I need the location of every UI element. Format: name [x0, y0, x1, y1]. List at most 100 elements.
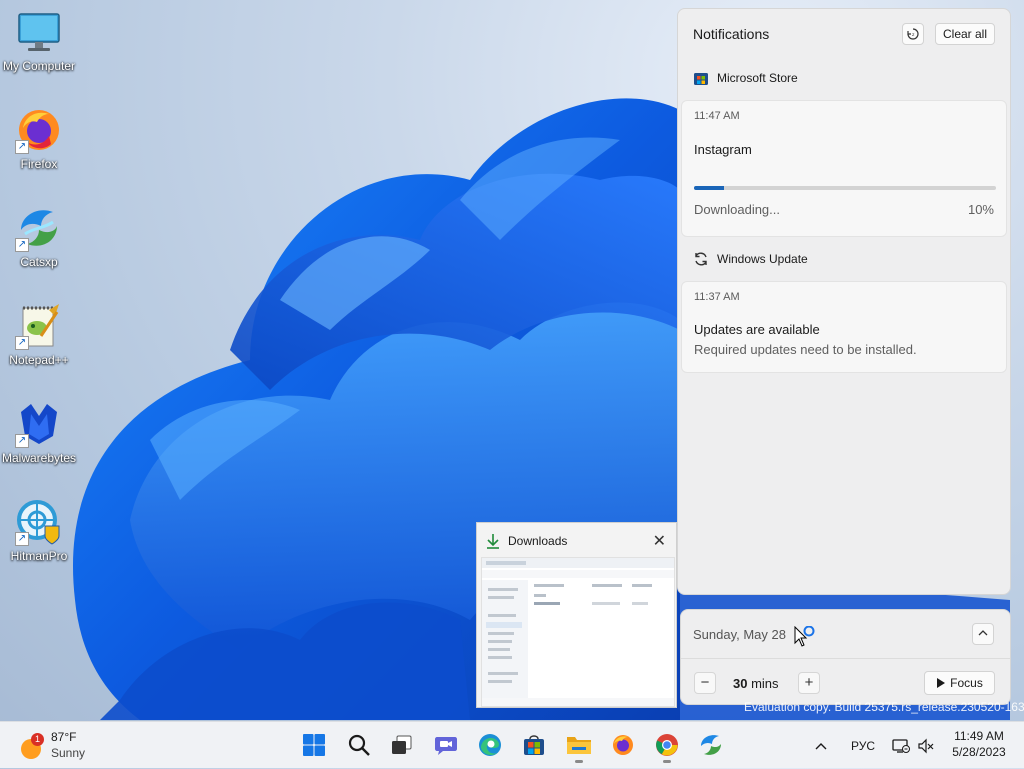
shortcut-arrow-icon: ↗ — [15, 140, 29, 154]
running-indicator — [663, 760, 671, 763]
focus-duration-value: 30 — [733, 676, 748, 691]
catsxp-icon: ↗ — [15, 204, 63, 252]
download-progress-bar — [694, 186, 996, 190]
windows-logo-icon — [303, 734, 325, 756]
focus-increment-button[interactable]: + — [798, 672, 820, 694]
show-hidden-icons-button[interactable] — [815, 722, 827, 769]
shortcut-arrow-icon: ↗ — [15, 532, 29, 546]
focus-button-label: Focus — [950, 676, 983, 690]
notification-group-header: Windows Update — [693, 251, 808, 267]
desktop-icon-label: Malwarebytes — [1, 451, 77, 465]
malwarebytes-icon: ↗ — [15, 400, 63, 448]
chevron-up-icon — [978, 630, 988, 636]
desktop-icon-my-computer[interactable]: My Computer — [0, 8, 78, 73]
calendar-collapse-button[interactable] — [972, 623, 994, 645]
store-button[interactable] — [519, 730, 549, 760]
desktop-icon-label: HitmanPro — [10, 549, 68, 563]
volume-status[interactable] — [918, 722, 934, 769]
preview-close-button[interactable]: ✕ — [653, 531, 666, 551]
hitmanpro-icon: ↗ — [15, 498, 63, 546]
search-button[interactable] — [344, 730, 374, 760]
edge-button[interactable] — [475, 730, 505, 760]
desktop-icon-firefox[interactable]: ↗ Firefox — [0, 106, 78, 171]
desktop-icon-hitmanpro[interactable]: ↗ HitmanPro — [0, 498, 78, 563]
play-icon — [937, 678, 946, 688]
clock-date: 5/28/2023 — [952, 745, 1006, 759]
windows-update-icon — [695, 252, 707, 266]
do-not-disturb-button[interactable]: z — [902, 23, 924, 45]
focus-decrement-button[interactable]: − — [694, 672, 716, 694]
download-status: Downloading... — [694, 202, 780, 217]
start-button[interactable] — [299, 730, 329, 760]
microsoft-store-icon — [694, 73, 708, 85]
mouse-cursor-icon — [794, 626, 815, 647]
monitor-icon — [15, 8, 63, 56]
notification-title: Instagram — [694, 142, 752, 157]
notepadpp-icon: ↗ — [15, 302, 63, 350]
weather-badge: 1 — [31, 733, 44, 746]
notifications-title: Notifications — [693, 26, 770, 42]
focus-button[interactable]: Focus — [924, 671, 995, 695]
downloads-window-preview[interactable]: Downloads ✕ — [476, 522, 677, 708]
desktop-icon-label: Catsxp — [20, 255, 58, 269]
shortcut-arrow-icon: ↗ — [15, 336, 29, 350]
volume-muted-icon — [918, 738, 934, 753]
folder-icon — [567, 737, 591, 754]
notification-card-instagram[interactable]: 11:47 AM Instagram Downloading... 10% — [681, 100, 1007, 237]
notification-time: 11:47 AM — [694, 110, 740, 122]
teams-chat-icon — [435, 737, 457, 755]
desktop-icon-catsxp[interactable]: ↗ Catsxp — [0, 204, 78, 269]
taskbar-clock[interactable]: 11:49 AM 5/28/2023 — [942, 728, 1016, 760]
network-status[interactable] — [892, 722, 910, 769]
chrome-icon — [656, 734, 678, 756]
network-display-icon — [892, 738, 910, 753]
running-indicator — [575, 760, 583, 763]
edge-icon — [479, 734, 501, 756]
chrome-button[interactable] — [652, 730, 682, 763]
weather-condition: Sunny — [51, 746, 86, 760]
chevron-up-icon — [815, 742, 827, 749]
clear-all-button[interactable]: Clear all — [935, 23, 995, 45]
divider — [681, 658, 1010, 659]
firefox-taskbar-button[interactable] — [608, 730, 638, 760]
shortcut-arrow-icon: ↗ — [15, 238, 29, 252]
calendar-panel: Sunday, May 28 − 30 mins + Focus — [680, 609, 1011, 705]
explorer-thumbnail — [481, 557, 675, 707]
notification-app-name: Microsoft Store — [717, 71, 798, 85]
snooze-icon: z — [907, 28, 919, 40]
task-view-button[interactable] — [386, 730, 416, 760]
focus-duration-unit: mins — [751, 676, 779, 691]
download-arrow-icon — [487, 534, 499, 549]
desktop-icon-malwarebytes[interactable]: ↗ Malwarebytes — [0, 400, 78, 465]
catsxp-taskbar-button[interactable] — [696, 730, 726, 760]
notification-time: 11:37 AM — [694, 291, 740, 303]
preview-title: Downloads — [508, 534, 568, 548]
notification-center: Notifications z Clear all Microsoft Stor… — [677, 8, 1011, 595]
input-language[interactable]: РУС — [851, 722, 875, 769]
notification-card-windows-update[interactable]: 11:37 AM Updates are available Required … — [681, 281, 1007, 373]
desktop-icon-notepadpp[interactable]: ↗ Notepad++ — [0, 302, 78, 367]
notification-app-name: Windows Update — [717, 252, 808, 266]
notification-group-header: Microsoft Store — [693, 70, 798, 86]
search-icon — [348, 734, 370, 756]
svg-text:z: z — [912, 33, 915, 38]
desktop-icon-label: Notepad++ — [9, 353, 69, 367]
firefox-icon: ↗ — [15, 106, 63, 154]
desktop-icon-label: My Computer — [2, 59, 76, 73]
notification-title: Updates are available — [694, 322, 820, 337]
download-progress-fill — [694, 186, 725, 190]
catsxp-icon — [701, 735, 721, 755]
desktop-icon-label: Firefox — [20, 157, 58, 171]
microsoft-store-icon — [524, 735, 544, 755]
focus-duration: 30 mins — [733, 676, 779, 691]
taskbar: 1 87°F Sunny РУС 11:49 AM 5/28/2023 — [0, 721, 1024, 768]
task-view-icon — [392, 735, 412, 754]
download-percent: 10% — [967, 202, 994, 217]
clock-time: 11:49 AM — [954, 729, 1004, 743]
file-explorer-button[interactable] — [564, 730, 594, 763]
chat-button[interactable] — [431, 730, 461, 760]
firefox-icon — [613, 735, 633, 755]
weather-temperature: 87°F — [51, 730, 77, 744]
shortcut-arrow-icon: ↗ — [15, 434, 29, 448]
calendar-date: Sunday, May 28 — [693, 627, 786, 642]
